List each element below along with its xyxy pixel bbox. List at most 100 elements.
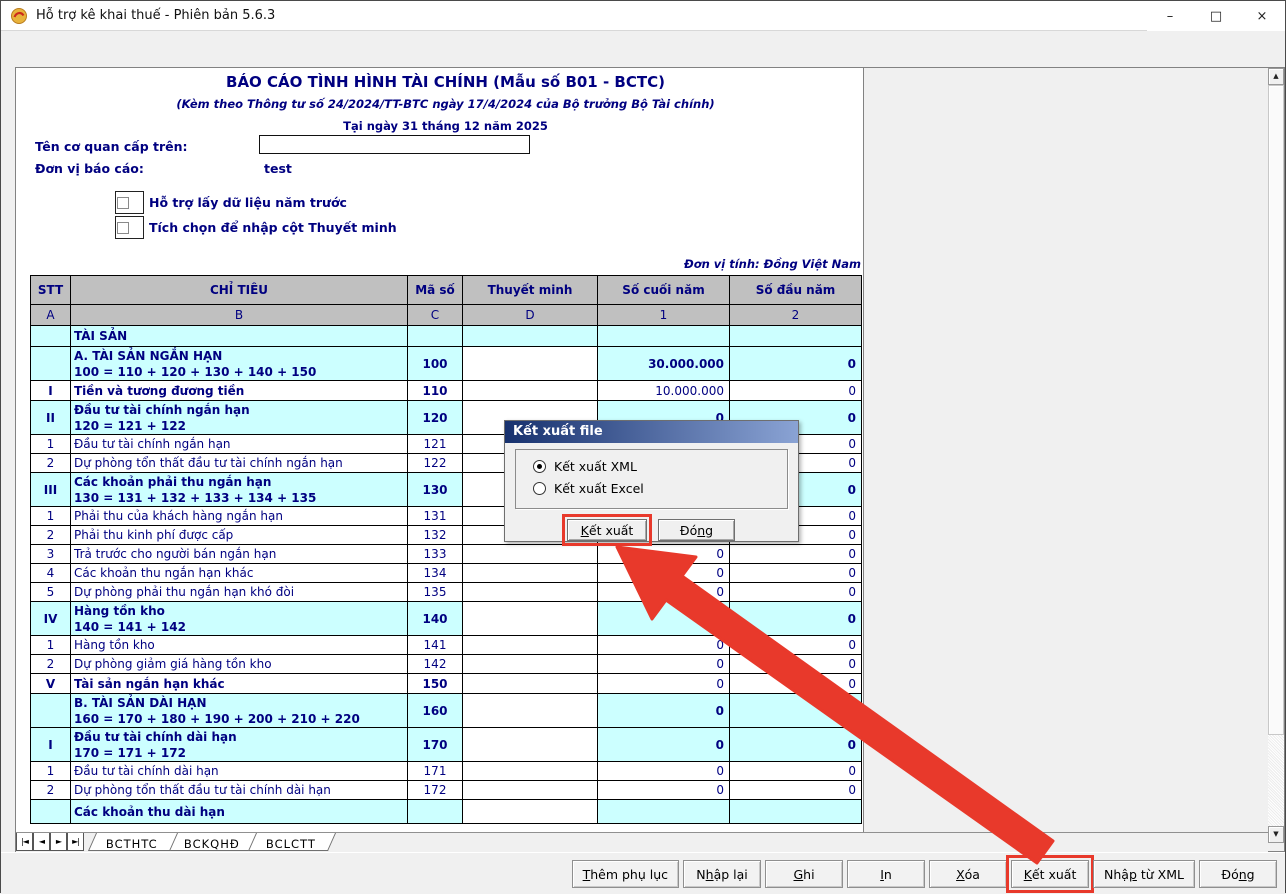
checkbox-icon	[117, 197, 129, 209]
start-value-cell[interactable]: 0	[730, 381, 862, 401]
end-value-cell[interactable]: 0	[598, 762, 730, 781]
code-cell: 171	[408, 762, 463, 781]
table-row: 1 Đầu tư tài chính dài hạn 171 0 0	[31, 762, 862, 781]
note-cell[interactable]	[463, 781, 598, 800]
end-value-cell[interactable]: 10.000.000	[598, 381, 730, 401]
button-label-part: g	[1247, 867, 1255, 882]
last-tab-button[interactable]: ►|	[67, 833, 84, 851]
ket-xuat-button[interactable]: Kết xuất	[1011, 860, 1089, 888]
code-cell: 133	[408, 545, 463, 564]
scrollbar-thumb[interactable]	[1268, 85, 1284, 735]
checkbox-icon	[117, 222, 129, 234]
radio-ket-xuat-xml[interactable]: Kết xuất XML	[533, 459, 787, 474]
note-cell[interactable]	[463, 636, 598, 655]
nhap-lai-button[interactable]: Nhập lại	[683, 860, 761, 888]
next-tab-button[interactable]: ►	[50, 833, 67, 851]
note-cell[interactable]	[463, 674, 598, 694]
code-cell: 142	[408, 655, 463, 674]
radio-icon[interactable]	[533, 460, 546, 473]
close-button[interactable]: ×	[1239, 1, 1285, 31]
end-value-cell[interactable]: 0	[598, 674, 730, 694]
end-value-cell[interactable]: 0	[598, 636, 730, 655]
start-value-cell[interactable]: 0	[730, 564, 862, 583]
titlebar: Hỗ trợ kê khai thuế - Phiên bản 5.6.3 – …	[1, 1, 1285, 31]
end-value-cell[interactable]: 0	[598, 564, 730, 583]
stt-cell: 2	[31, 454, 71, 473]
ghi-button[interactable]: Ghi	[765, 860, 843, 888]
end-value-cell[interactable]: 0	[598, 545, 730, 564]
row-label: Tài sản ngắn hạn khác	[74, 676, 404, 692]
note-cell[interactable]	[463, 564, 598, 583]
note-cell[interactable]	[463, 583, 598, 602]
row-label: Đầu tư tài chính dài hạn	[74, 729, 404, 745]
end-value-cell[interactable]: 0	[598, 583, 730, 602]
note-cell[interactable]	[463, 762, 598, 781]
sheet-tabstrip: |◄ ◄ ► ►| BCTHTC BCKQHĐ BCLCTT	[16, 832, 1268, 852]
export-dialog: Kết xuất file Kết xuất XML Kết xuất Exce…	[504, 420, 799, 542]
start-value-cell[interactable]: 0	[730, 636, 862, 655]
code-cell: 132	[408, 526, 463, 545]
stt-cell: III	[31, 473, 71, 507]
table-row: Các khoản thu dài hạn	[31, 800, 862, 824]
button-label-part: hêm phụ lục	[590, 867, 668, 882]
first-tab-button[interactable]: |◄	[16, 833, 33, 851]
col-header-ma-so: Mã số	[408, 276, 463, 305]
report-title: BÁO CÁO TÌNH HÌNH TÀI CHÍNH (Mẫu số B01 …	[30, 73, 861, 91]
button-label-part: n	[884, 867, 892, 882]
in-button[interactable]: In	[847, 860, 925, 888]
start-value-cell: 0	[730, 694, 862, 728]
tab-bclctt[interactable]: BCLCTT	[248, 833, 336, 851]
end-value-cell[interactable]: 0	[598, 655, 730, 674]
tab-bckqhd[interactable]: BCKQHĐ	[166, 833, 260, 851]
scroll-down-button[interactable]: ▼	[1268, 826, 1284, 843]
end-value-cell[interactable]: 0	[598, 781, 730, 800]
code-cell: 141	[408, 636, 463, 655]
start-value-cell[interactable]: 0	[730, 674, 862, 694]
tab-bcthtc[interactable]: BCTHTC	[88, 833, 178, 851]
minimize-button[interactable]: –	[1147, 1, 1193, 31]
stt-cell	[31, 326, 71, 347]
start-value-cell[interactable]: 0	[730, 655, 862, 674]
start-value-cell[interactable]: 0	[730, 781, 862, 800]
col-header-stt: STT	[31, 276, 71, 305]
stt-cell: I	[31, 381, 71, 401]
radio-ket-xuat-excel[interactable]: Kết xuất Excel	[533, 481, 787, 496]
row-label: Các khoản thu dài hạn	[74, 804, 404, 820]
checkbox-load-previous-year-label: Hỗ trợ lấy dữ liệu năm trước	[149, 195, 347, 210]
note-cell[interactable]	[463, 381, 598, 401]
start-value-cell	[730, 326, 862, 347]
note-cell[interactable]	[463, 545, 598, 564]
nhap-tu-xml-button[interactable]: Nhập từ XML	[1093, 860, 1195, 888]
note-cell	[463, 326, 598, 347]
row-label: Dự phòng tổn thất đầu tư tài chính ngắn …	[74, 455, 404, 471]
maximize-button[interactable]: □	[1193, 1, 1239, 31]
col-header-so-dau-nam: Số đầu năm	[730, 276, 862, 305]
code-cell: 131	[408, 507, 463, 526]
parent-agency-input[interactable]	[259, 135, 530, 154]
dialog-export-button[interactable]: Kết xuất	[567, 519, 647, 541]
start-value-cell[interactable]: 0	[730, 545, 862, 564]
them-phu-luc-button[interactable]: Thêm phụ lục	[572, 860, 679, 888]
prev-tab-button[interactable]: ◄	[33, 833, 50, 851]
start-value-cell[interactable]: 0	[730, 762, 862, 781]
stt-cell	[31, 347, 71, 381]
dong-button[interactable]: Đóng	[1199, 860, 1277, 888]
code-cell	[408, 326, 463, 347]
vertical-scrollbar[interactable]: ▲ ▼	[1268, 68, 1284, 843]
dialog-close-button[interactable]: Đóng	[658, 519, 735, 541]
button-label-part: g	[705, 523, 713, 538]
checkbox-load-previous-year[interactable]	[115, 191, 144, 214]
label-cell: Dự phòng phải thu ngắn hạn khó đòi	[71, 583, 408, 602]
button-mnemonic: K	[581, 523, 589, 538]
note-cell[interactable]	[463, 655, 598, 674]
start-value-cell[interactable]: 0	[730, 583, 862, 602]
radio-icon[interactable]	[533, 482, 546, 495]
scroll-up-button[interactable]: ▲	[1268, 68, 1284, 85]
label-cell: Các khoản phải thu ngắn hạn 130 = 131 + …	[71, 473, 408, 507]
checkbox-enable-thuyet-minh[interactable]	[115, 216, 144, 239]
stt-cell	[31, 694, 71, 728]
label-cell: Dự phòng tổn thất đầu tư tài chính ngắn …	[71, 454, 408, 473]
col-header-so-cuoi-nam: Số cuối năm	[598, 276, 730, 305]
xoa-button[interactable]: Xóa	[929, 860, 1007, 888]
code-cell: 160	[408, 694, 463, 728]
